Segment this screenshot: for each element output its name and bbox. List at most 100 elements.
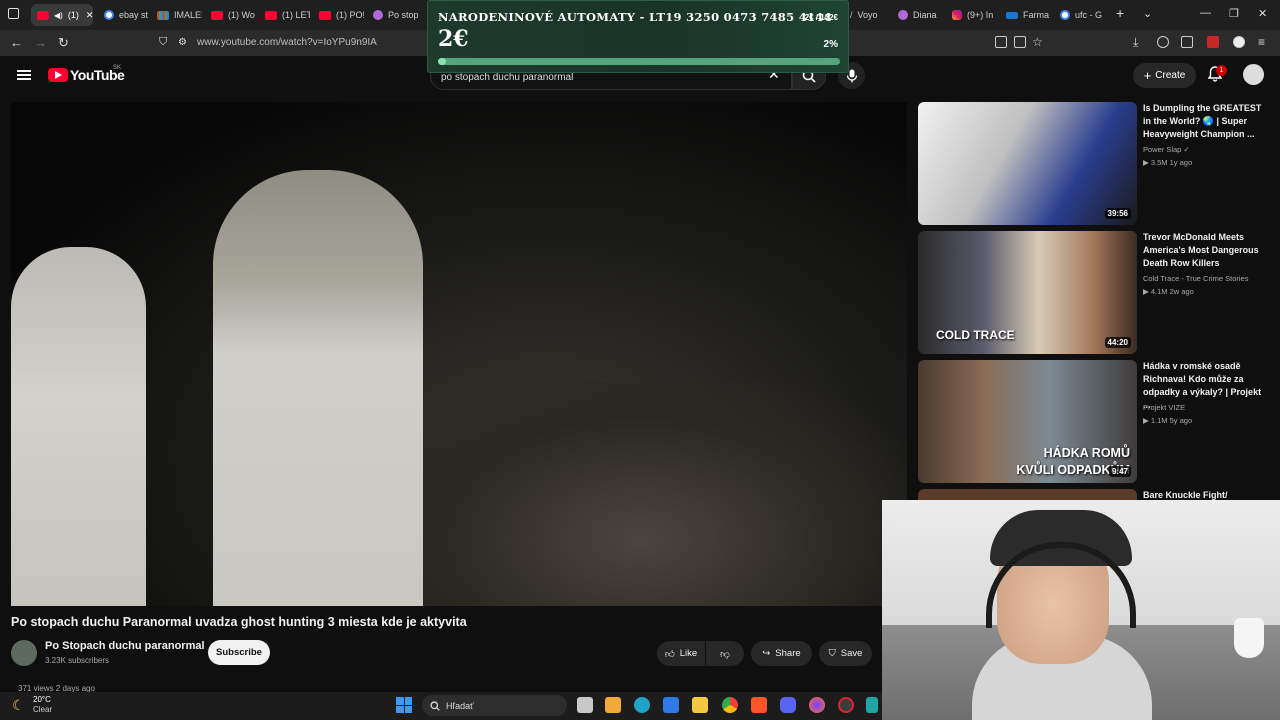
- bars-icon: [157, 10, 169, 20]
- minimize-icon[interactable]: —: [1200, 7, 1211, 19]
- taskbar-search-placeholder: Hľadať: [446, 700, 474, 711]
- tab-youtube-let[interactable]: (1) LET: [265, 4, 310, 26]
- recommendation-title[interactable]: Is Dumpling the GREATEST in the World? 🌏…: [1143, 102, 1271, 141]
- hamburger-menu-icon[interactable]: [17, 70, 31, 80]
- weather-temperature[interactable]: 20°C: [33, 695, 51, 704]
- recommendation-channel[interactable]: Projekt VIZE: [1143, 403, 1185, 412]
- subscribe-button[interactable]: Subscribe: [208, 640, 270, 665]
- like-label: Like: [679, 648, 698, 659]
- recommendation-channel[interactable]: Power Slap ✓: [1143, 145, 1190, 154]
- weather-description[interactable]: Clear: [33, 705, 52, 714]
- tab-farma[interactable]: Farma: [1006, 4, 1054, 26]
- tab-ebay[interactable]: ebay st: [104, 4, 149, 26]
- reload-icon[interactable]: ↻: [58, 35, 69, 51]
- video-player[interactable]: [11, 102, 907, 606]
- shield-icon[interactable]: ⛉: [159, 36, 167, 49]
- maximize-icon[interactable]: ❐: [1229, 7, 1239, 20]
- youtube-icon: [319, 10, 331, 20]
- tab-label: IMALE!: [174, 10, 202, 20]
- windows-start-icon[interactable]: [396, 697, 412, 713]
- tab-diana[interactable]: Diana: [898, 4, 946, 26]
- like-button[interactable]: 👍︎ Like: [657, 641, 705, 666]
- screenshot-icon[interactable]: [995, 36, 1007, 48]
- firefox-icon[interactable]: [809, 697, 825, 713]
- recommendation-thumbnail[interactable]: 39:56: [918, 102, 1137, 225]
- tab-overview-icon[interactable]: [8, 8, 19, 19]
- app-icon[interactable]: [866, 697, 878, 713]
- tab-label: (9+) In: [967, 10, 994, 20]
- tab-instagram[interactable]: (9+) In: [952, 4, 997, 26]
- close-window-icon[interactable]: ✕: [1258, 7, 1267, 20]
- donation-progress-bar: [438, 58, 840, 65]
- google-icon: [104, 10, 114, 20]
- download-icon[interactable]: ⤓: [1133, 35, 1138, 50]
- bookmark-star-icon[interactable]: ☆: [1032, 35, 1043, 49]
- tab-voyo[interactable]: / Voyo: [850, 4, 890, 26]
- vpn-icon[interactable]: [1233, 36, 1245, 48]
- reader-view-icon[interactable]: [1014, 36, 1026, 48]
- tab-label: (1) LET: [282, 10, 310, 20]
- donation-goal-overlay: NARODENINOVÉ AUTOMATY - LT19 3250 0473 7…: [427, 0, 849, 73]
- discord-icon[interactable]: [780, 697, 796, 713]
- url-field[interactable]: www.youtube.com/watch?v=IoYPu9n9IA: [197, 37, 377, 48]
- chrome-icon[interactable]: [722, 697, 738, 713]
- create-button[interactable]: + Create: [1133, 63, 1196, 88]
- taskbar-search[interactable]: Hľadať: [422, 695, 567, 716]
- ground: [423, 382, 907, 606]
- recommendation-thumbnail[interactable]: HÁDKA ROMŮ KVŮLI ODPADKŮM 9:47: [918, 360, 1137, 483]
- share-button[interactable]: ↪ Share: [751, 641, 812, 666]
- back-icon[interactable]: ←: [10, 35, 23, 50]
- recommendation-thumbnail[interactable]: [918, 489, 1137, 500]
- file-explorer-icon[interactable]: [692, 697, 708, 713]
- recommendation-meta: ▶ 3.5M 1y ago: [1143, 158, 1193, 167]
- account-icon[interactable]: [1157, 36, 1169, 48]
- tab-ufc[interactable]: ufc - G: [1060, 4, 1108, 26]
- recommendation-thumbnail[interactable]: COLD TRACE 44:20: [918, 231, 1137, 354]
- site-settings-icon[interactable]: ⚙: [178, 37, 187, 48]
- gravestone-left: [11, 247, 146, 606]
- forward-icon[interactable]: →: [34, 35, 47, 50]
- new-tab-icon[interactable]: +: [1116, 5, 1124, 21]
- google-icon: [1060, 10, 1070, 20]
- tab-youtube-po[interactable]: (1) PO!: [319, 4, 364, 26]
- thumbs-down-icon: 👎︎: [720, 648, 730, 660]
- purple-circle-icon: [373, 10, 383, 20]
- tab-label: Diana: [913, 10, 937, 20]
- tab-label: (1) Wo: [228, 10, 255, 20]
- video-duration: 9:47: [1108, 466, 1131, 477]
- tab-active-youtube[interactable]: ◀) (1) ✕: [31, 4, 93, 26]
- webcam-overlay: [882, 500, 1280, 720]
- search-value: po stopach duchu paranormal: [441, 72, 574, 83]
- farma-icon: [1006, 11, 1018, 19]
- recommendation-meta: ▶ 1.1M 5y ago: [1143, 416, 1193, 425]
- youtube-icon: [211, 10, 223, 20]
- brave-icon[interactable]: [751, 697, 767, 713]
- donation-percent: 2%: [823, 39, 838, 50]
- dislike-button[interactable]: 👎︎: [706, 641, 744, 666]
- task-view-icon[interactable]: [577, 697, 593, 713]
- tab-label: (1): [67, 10, 79, 20]
- channel-name[interactable]: Po Stopach duchu paranormal: [45, 640, 205, 652]
- channel-avatar[interactable]: [11, 640, 37, 666]
- edge-icon[interactable]: [634, 697, 650, 713]
- tab-youtube-wo[interactable]: (1) Wo: [211, 4, 256, 26]
- tab-label: Farma: [1023, 10, 1050, 20]
- tab-imale[interactable]: IMALE!: [157, 4, 202, 26]
- store-icon[interactable]: [605, 697, 621, 713]
- recommendation-channel[interactable]: Cold Trace - True Crime Stories: [1143, 274, 1248, 283]
- share-icon: ↪: [762, 648, 771, 659]
- recommendation-title[interactable]: Trevor McDonald Meets America's Most Dan…: [1143, 231, 1271, 270]
- app-icon[interactable]: [838, 697, 854, 713]
- tab-list-chevron-icon[interactable]: ⌄: [1143, 7, 1152, 20]
- donation-goal: 2€ / 132€: [804, 13, 838, 22]
- close-tab-icon[interactable]: ✕: [86, 10, 93, 21]
- tab-po-stop[interactable]: Po stop: [373, 4, 418, 26]
- extensions-icon[interactable]: [1181, 36, 1193, 48]
- app-menu-icon[interactable]: ≡: [1258, 35, 1265, 49]
- save-button[interactable]: ⛉ Save: [819, 641, 872, 666]
- addon-icon[interactable]: [1207, 36, 1219, 48]
- desktop-app-icon[interactable]: [663, 697, 679, 713]
- youtube-logo-icon[interactable]: [48, 68, 68, 82]
- purple-circle-icon: [898, 10, 908, 20]
- avatar[interactable]: [1243, 64, 1264, 85]
